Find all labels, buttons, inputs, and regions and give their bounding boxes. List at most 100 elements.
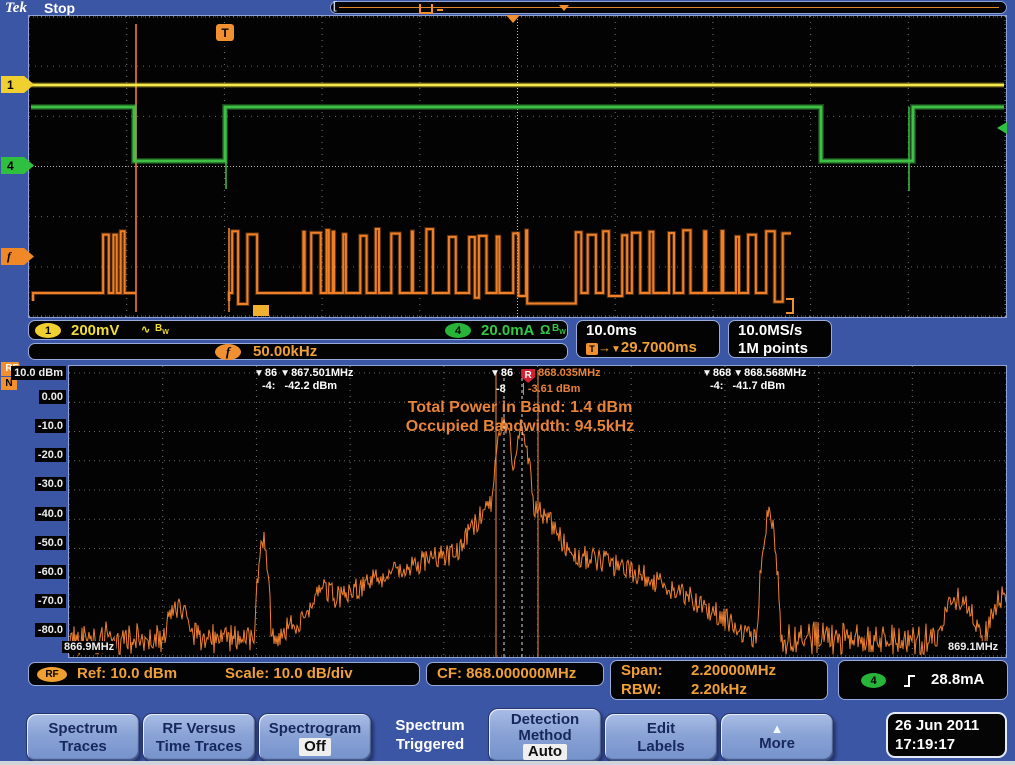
more-label: More (759, 735, 795, 753)
y-axis-tick: -20.0 (35, 448, 66, 462)
more-arrow-icon: ▲ (771, 722, 784, 735)
marker-center-freq: 868.035MHz (538, 367, 600, 379)
trigger-source-badge: 4 (861, 673, 886, 688)
delay-triangle-icon: ▼ (611, 344, 621, 355)
rbw-label: RBW: (621, 681, 662, 698)
span-value: 2.20000MHz (691, 662, 776, 679)
trigger-level-value: 28.8mA (931, 671, 984, 688)
marker-left-clipped-amp: -4: (262, 380, 275, 392)
trigger-slope-icon (903, 673, 917, 689)
y-axis-tick: -40.0 (35, 507, 66, 521)
f-readout-badge: f (215, 344, 241, 360)
vertical-readout-box: 1 200mV ∿ BW 4 20.0mA Ω BW (28, 320, 568, 340)
edit-labels-line1: Edit (647, 720, 675, 738)
trigger-delay-readout: T→▼29.7000ms (586, 339, 697, 357)
spectrogram-state: Off (299, 738, 331, 756)
detection-line2: Method (518, 728, 571, 744)
sample-rate: 10.0MS/s (738, 322, 802, 339)
ch4-bw-w: W (559, 329, 566, 336)
marker-right-readout: ▼868▼868.568MHz -4: -41.7 dBm (702, 367, 807, 393)
top-status-bar: Tek Stop [ (0, 0, 1015, 15)
center-frequency: CF: 868.000000MHz (437, 665, 576, 682)
marker-right-freq: 868.568MHz (744, 367, 806, 379)
marker-left-amp: -42.2 dBm (285, 380, 338, 392)
y-axis-tick: 10.0 dBm (11, 366, 66, 380)
time-domain-plot (29, 16, 1006, 317)
record-tick (437, 9, 443, 11)
spectrum-mode-label: Spectrum Triggered (374, 716, 486, 754)
marker-reference-readout: ▼86 R868.035MHz -8 -3.61 dBm (490, 367, 601, 396)
record-trigger-marker-icon[interactable] (559, 5, 569, 11)
date-label: 26 Jun 2011 (888, 714, 1005, 735)
y-axis-tick: -60.0 (35, 565, 66, 579)
ch4-readout-badge: 4 (445, 323, 471, 338)
reference-marker-icon: R (521, 369, 535, 383)
ch1-bandwidth-icon: BW (155, 323, 169, 336)
marker-center-clipped-amp: -8 (490, 383, 506, 395)
record-line (339, 7, 999, 8)
y-axis-tick: -50.0 (35, 536, 66, 550)
record-bracket-icon: [ (333, 0, 337, 12)
datetime-box: 26 Jun 2011 17:19:17 (886, 712, 1007, 758)
trigger-level-icon[interactable] (997, 122, 1007, 134)
marker-right-clipped-amp: -4: (710, 380, 723, 392)
trigger-point-badge[interactable]: T (216, 24, 234, 41)
marker-icon: ▼ (733, 368, 743, 379)
ch1-bw-w: W (162, 329, 169, 336)
horizontal-readout-box: 10.0ms T→▼29.7000ms (576, 320, 720, 358)
ch1-scale: 200mV (71, 322, 119, 339)
stop-frequency-label: 869.1MHz (946, 641, 1000, 653)
marker-icon: ▼ (280, 368, 290, 379)
trigger-delay-icon: T (586, 343, 598, 355)
trigger-source-label: 4 (870, 675, 876, 687)
span-label: Span: (621, 662, 663, 679)
more-button[interactable]: ▲ More (720, 713, 834, 762)
spectrogram-line1: Spectrogram (269, 720, 362, 738)
zoom-window-icon[interactable] (419, 4, 433, 14)
y-axis-tick: -70.0 (35, 594, 66, 608)
y-axis-tick: -10.0 (35, 419, 66, 433)
detection-method-button[interactable]: Detection Method Auto (488, 708, 602, 763)
detection-state: Auto (523, 744, 567, 760)
marker-right-clipped-freq: 868 (713, 367, 731, 379)
marker-left-clipped-freq: 86 (265, 367, 277, 379)
marker-center-amp: -3.61 dBm (523, 383, 581, 395)
y-axis-tick: -30.0 (35, 477, 66, 491)
marker-left-readout: ▼86▼867.501MHz -4: -42.2 dBm (254, 367, 353, 393)
rf-vs-time-line1: RF Versus (162, 720, 235, 738)
span-rbw-box: Span: 2.20000MHz RBW: 2.20kHz (610, 660, 828, 700)
marker-left-freq: 867.501MHz (291, 367, 353, 379)
center-frequency-box: CF: 868.000000MHz (426, 662, 604, 686)
record-length: 1M points (738, 340, 808, 357)
spectrum-y-axis: 10.0 dBm 0.00 -10.0 -20.0 -30.0 -40.0 -50.0 -60… (0, 0, 66, 765)
ch4-bandwidth-icon: BW (552, 323, 566, 336)
trigger-point-label: T (221, 26, 228, 40)
mode-label-line1: Spectrum (374, 716, 486, 735)
record-view-bar[interactable]: [ (330, 1, 1007, 14)
trigger-position-icon[interactable] (506, 15, 520, 23)
total-power-annotation: Total Power in Band: 1.4 dBm (330, 399, 710, 417)
marker-icon: ▼ (702, 368, 712, 379)
oscilloscope-screen: Tek Stop [ 1 4 f T 1 200mV ∿ BW 4 20.0mA… (0, 0, 1015, 765)
acquisition-readout-box: 10.0MS/s 1M points (728, 320, 832, 358)
trigger-readout-box: 4 28.8mA (838, 660, 1008, 700)
time-label: 17:19:17 (888, 735, 1005, 754)
y-axis-tick: -80.0 (35, 623, 66, 637)
edit-labels-button[interactable]: Edit Labels (604, 713, 718, 762)
rf-freq-readout-box: f 50.00kHz (28, 343, 568, 360)
mode-label-line2: Triggered (374, 735, 486, 754)
rbw-value: 2.20kHz (691, 681, 747, 698)
delay-value: 29.7000ms (621, 339, 697, 356)
spectrogram-button[interactable]: Spectrogram Off (258, 713, 372, 762)
y-axis-tick: 0.00 (39, 390, 66, 404)
delay-arrow-icon: → (598, 340, 611, 355)
rf-ref-level: Ref: 10.0 dBm (77, 665, 177, 682)
rf-versus-time-traces-button[interactable]: RF Versus Time Traces (142, 713, 256, 762)
bottom-bezel (0, 761, 1015, 765)
time-scale: 10.0ms (586, 322, 637, 339)
marker-icon: ▼ (490, 368, 500, 379)
rf-scale-readout-box: RF Ref: 10.0 dBm Scale: 10.0 dB/div (28, 662, 420, 686)
marker-icon: ▼ (254, 368, 264, 379)
time-domain-graticule (28, 15, 1007, 318)
marker-center-clipped-freq: 86 (501, 367, 513, 379)
